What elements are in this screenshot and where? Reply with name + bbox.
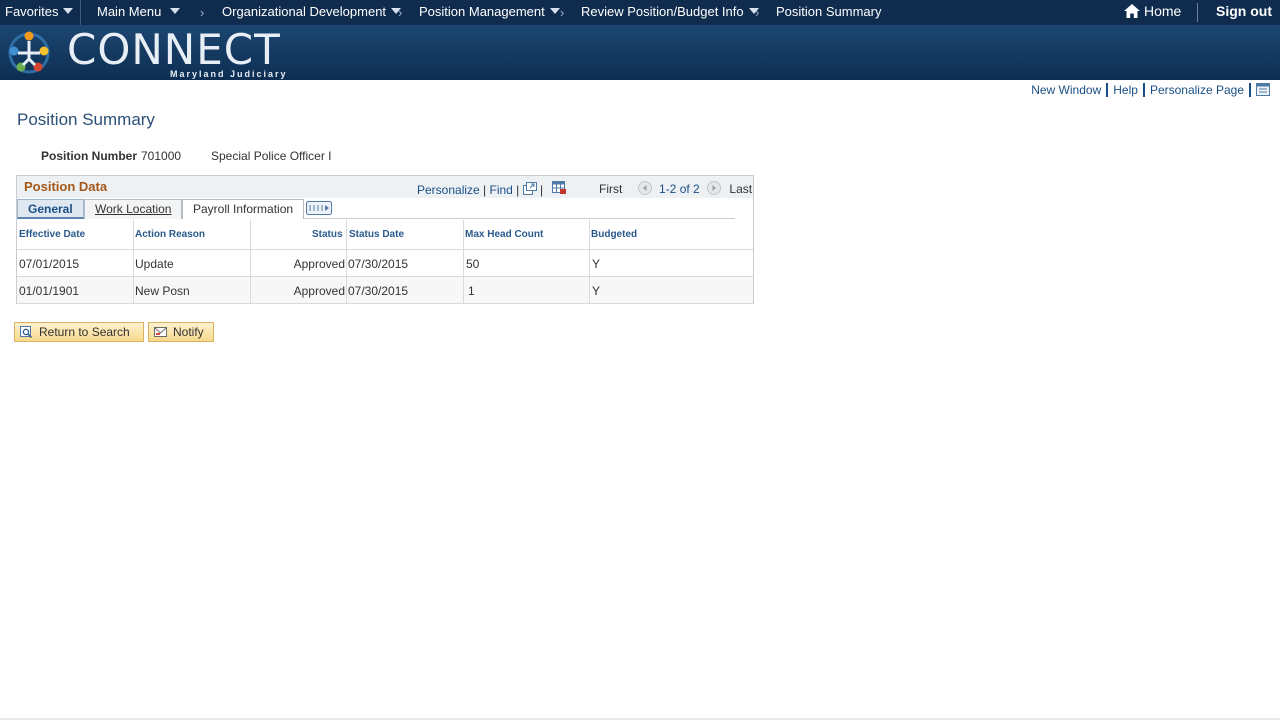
chevron-down-icon xyxy=(170,8,181,14)
breadcrumb-separator-icon: › xyxy=(398,5,403,20)
home-label: Home xyxy=(1144,3,1182,19)
page-layout-icon[interactable] xyxy=(1256,83,1270,96)
position-number-label: Position Number xyxy=(41,149,138,163)
previous-arrow-icon[interactable] xyxy=(637,181,652,195)
sign-out-label: Sign out xyxy=(1216,3,1272,19)
sign-out-link[interactable]: Sign out xyxy=(1216,0,1272,25)
breadcrumb-separator-icon: › xyxy=(200,5,205,20)
nav-divider xyxy=(1197,3,1198,22)
home-icon xyxy=(1124,4,1140,18)
breadcrumb-label: Organizational Development xyxy=(222,4,387,19)
personalize-link[interactable]: Personalize xyxy=(417,183,480,197)
main-menu-label: Main Menu xyxy=(97,4,162,19)
next-arrow-icon[interactable] xyxy=(707,181,722,195)
download-grid-icon[interactable] xyxy=(552,181,567,195)
return-to-search-button[interactable]: Return to Search xyxy=(14,322,144,342)
tab-work-location[interactable]: Work Location xyxy=(84,199,183,219)
link-separator xyxy=(1106,83,1109,97)
tab-label: General xyxy=(28,202,73,216)
logo-subtitle: Maryland Judiciary xyxy=(170,69,288,79)
breadcrumb-label: Review Position/Budget Info xyxy=(581,4,744,19)
find-link[interactable]: Find xyxy=(490,183,513,197)
link-separator: | xyxy=(479,183,490,197)
search-page-icon xyxy=(20,326,33,338)
link-separator: | xyxy=(536,183,547,197)
grid-title: Position Data xyxy=(24,179,108,194)
personalize-page-link[interactable]: Personalize Page xyxy=(1150,83,1244,97)
link-separator xyxy=(1142,83,1145,97)
cell-budgeted: Y xyxy=(592,257,601,271)
breadcrumb-position-summary[interactable]: Position Summary xyxy=(776,0,881,25)
link-separator: | xyxy=(512,183,523,197)
top-nav-bar: Favorites Main Menu › Organizational Dev… xyxy=(0,0,1280,25)
connect-logo-icon xyxy=(8,31,50,74)
chevron-down-icon xyxy=(549,8,560,14)
breadcrumb-review-position[interactable]: Review Position/Budget Info xyxy=(581,0,759,25)
breadcrumb-separator-icon: › xyxy=(560,5,565,20)
help-link[interactable]: Help xyxy=(1113,83,1138,97)
column-divider xyxy=(463,220,464,304)
breadcrumb-label: Position Management xyxy=(419,4,545,19)
grid-pagination: First 1-2 of 2 Last xyxy=(599,181,752,196)
tab-label: Payroll Information xyxy=(193,202,294,216)
breadcrumb-separator-icon: › xyxy=(755,5,760,20)
chevron-down-icon xyxy=(63,8,74,14)
column-header-max-head-count[interactable]: Max Head Count xyxy=(465,229,543,240)
cell-max-head-count: 1 xyxy=(468,284,475,298)
column-header-status-date[interactable]: Status Date xyxy=(349,229,404,240)
cell-status-date: 07/30/2015 xyxy=(348,284,409,298)
column-divider xyxy=(133,220,134,304)
cell-status-date: 07/30/2015 xyxy=(348,257,409,271)
tab-payroll-information[interactable]: Payroll Information xyxy=(182,199,305,219)
return-to-search-label: Return to Search xyxy=(39,325,130,339)
position-number-value: 701000 xyxy=(141,149,182,163)
cell-max-head-count: 50 xyxy=(466,257,480,271)
breadcrumb-org-development[interactable]: Organizational Development xyxy=(222,0,402,25)
column-divider xyxy=(346,220,347,304)
notify-label: Notify xyxy=(173,325,204,339)
cell-status: Approved xyxy=(293,257,345,271)
column-header-budgeted[interactable]: Budgeted xyxy=(591,229,637,240)
grid-toolbar: Personalize | Find | | xyxy=(417,181,567,197)
column-header-effective-date[interactable]: Effective Date xyxy=(19,229,85,240)
utility-links: New Window Help Personalize Page xyxy=(1031,83,1270,99)
last-link[interactable]: Last xyxy=(729,182,752,196)
notify-envelope-icon xyxy=(154,327,167,337)
column-header-status[interactable]: Status xyxy=(312,229,343,240)
cell-status: Approved xyxy=(293,284,345,298)
new-window-link[interactable]: New Window xyxy=(1031,83,1101,97)
row-range: 1-2 of 2 xyxy=(659,182,700,196)
breadcrumb-position-management[interactable]: Position Management xyxy=(419,0,560,25)
nav-divider xyxy=(80,0,81,25)
cell-action-reason: Update xyxy=(135,257,174,271)
table-row: 01/01/1901 New Posn Approved 07/30/2015 … xyxy=(17,277,753,304)
favorites-menu[interactable]: Favorites xyxy=(5,0,74,25)
view-all-icon[interactable] xyxy=(522,182,537,195)
position-description: Special Police Officer I xyxy=(211,149,332,163)
column-divider xyxy=(589,220,590,304)
cell-action-reason: New Posn xyxy=(135,284,190,298)
column-header-action-reason[interactable]: Action Reason xyxy=(135,229,205,240)
cell-effective-date: 01/01/1901 xyxy=(19,284,80,298)
breadcrumb-label: Position Summary xyxy=(776,4,882,19)
cell-budgeted: Y xyxy=(592,284,601,298)
tab-general[interactable]: General xyxy=(17,199,84,219)
favorites-label: Favorites xyxy=(5,4,59,19)
position-data-grid: Position Data Personalize | Find | | Fir… xyxy=(16,175,754,304)
cell-effective-date: 07/01/2015 xyxy=(19,257,80,271)
first-link[interactable]: First xyxy=(599,182,622,196)
home-link[interactable]: Home xyxy=(1124,0,1181,25)
column-divider xyxy=(250,220,251,304)
logo-text: CONNECT xyxy=(67,25,281,74)
page-title: Position Summary xyxy=(17,110,155,129)
notify-button[interactable]: Notify xyxy=(148,322,214,342)
link-separator xyxy=(1249,83,1251,97)
table-row: 07/01/2015 Update Approved 07/30/2015 50… xyxy=(17,250,753,277)
show-all-columns-icon[interactable] xyxy=(306,201,332,215)
grid-header: Position Data Personalize | Find | | Fir… xyxy=(17,176,753,198)
main-menu[interactable]: Main Menu xyxy=(97,0,181,25)
header-banner: CONNECT Maryland Judiciary xyxy=(0,25,1280,80)
tab-label: Work Location xyxy=(95,202,172,216)
